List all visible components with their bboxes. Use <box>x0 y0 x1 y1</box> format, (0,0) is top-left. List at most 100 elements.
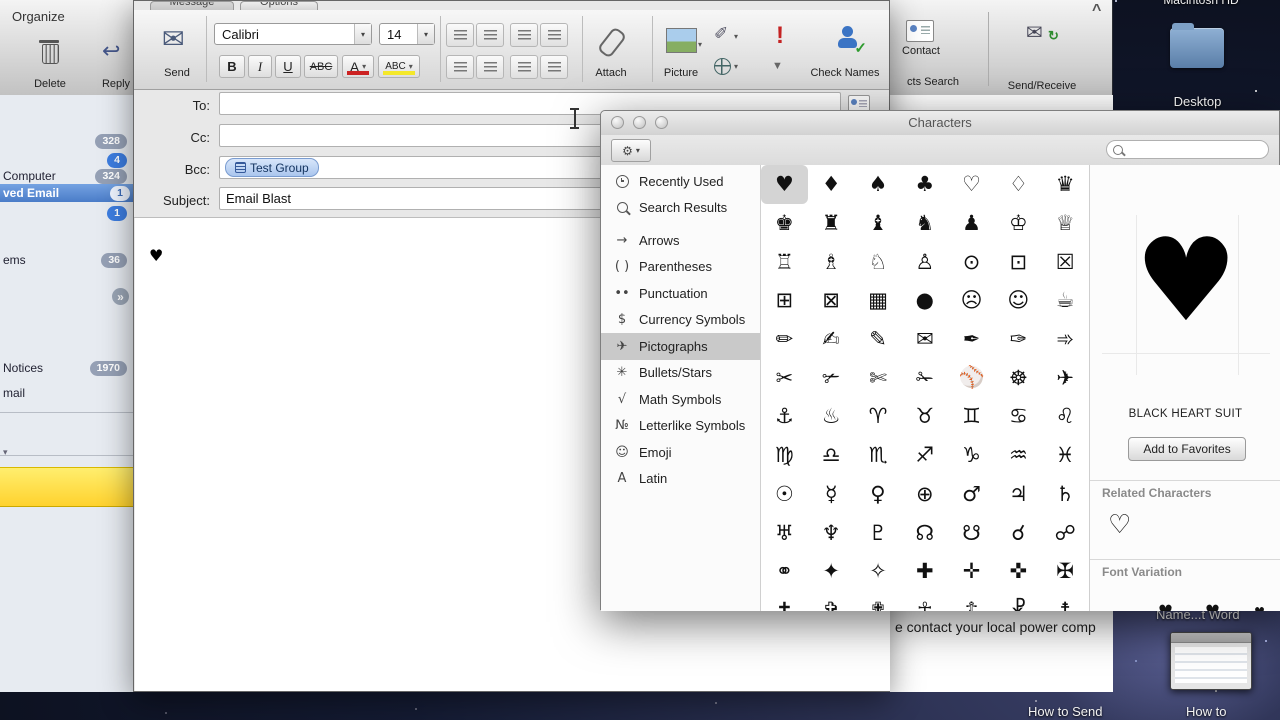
palette-titlebar[interactable]: Characters <box>601 111 1279 136</box>
video-thumbnail[interactable] <box>1170 632 1252 690</box>
font-name-select[interactable]: Calibri ▾ <box>214 23 372 45</box>
delete-button[interactable]: Delete <box>28 78 72 90</box>
glyph-cell[interactable]: ♢ <box>995 165 1042 204</box>
glyph-cell[interactable]: ✞ <box>808 591 855 611</box>
glyph-cell[interactable]: ♀ <box>855 475 902 514</box>
glyph-cell[interactable]: ☦ <box>948 591 995 611</box>
justify-button[interactable] <box>540 55 568 79</box>
chevron-down-icon[interactable]: ▾ <box>734 62 738 71</box>
glyph-cell[interactable]: ♉ <box>901 397 948 436</box>
category-item-arrows[interactable]: → Arrows <box>601 227 760 254</box>
glyph-cell[interactable]: ♄ <box>1042 475 1089 514</box>
glyph-cell[interactable]: ♑ <box>948 436 995 475</box>
reply-button[interactable]: Reply <box>94 78 138 90</box>
glyph-cell[interactable]: ☿ <box>808 475 855 514</box>
decrease-indent-button[interactable] <box>510 23 538 47</box>
glyph-cell[interactable]: ✧ <box>855 552 902 591</box>
glyph-cell[interactable]: ✛ <box>948 552 995 591</box>
send-receive-button[interactable]: Send/Receive <box>998 80 1086 92</box>
glyph-cell[interactable]: ♨ <box>808 397 855 436</box>
glyph-cell[interactable]: ⊠ <box>808 281 855 320</box>
glyph-cell[interactable]: ☥ <box>901 591 948 611</box>
glyph-cell[interactable]: ✉ <box>901 320 948 359</box>
glyph-cell[interactable]: ♋ <box>995 397 1042 436</box>
glyph-cell[interactable]: ✟ <box>855 591 902 611</box>
glyph-cell[interactable]: ♣ <box>901 165 948 204</box>
font-size-select[interactable]: 14 ▾ <box>379 23 435 45</box>
chevron-down-icon[interactable]: ▾ <box>362 62 366 71</box>
bold-button[interactable]: B <box>219 55 245 78</box>
picture-button[interactable]: Picture <box>656 67 706 79</box>
paperclip-icon[interactable] <box>596 26 628 59</box>
glyph-cell[interactable]: ♅ <box>761 513 808 552</box>
glyph-cell[interactable]: ♂ <box>948 475 995 514</box>
category-item-recently-used[interactable]: Recently Used <box>601 168 760 195</box>
glyph-cell[interactable]: ☕ <box>1042 281 1089 320</box>
send-button[interactable]: Send <box>154 67 200 79</box>
related-glyph[interactable]: ♡ <box>1108 510 1131 540</box>
glyph-cell[interactable]: ⚓ <box>761 397 808 436</box>
chevron-down-icon[interactable]: ▾ <box>354 24 371 44</box>
glyph-cell[interactable]: ☉ <box>761 475 808 514</box>
trash-icon[interactable] <box>39 40 59 64</box>
check-names-button[interactable]: Check Names <box>802 67 888 79</box>
add-to-favorites-button[interactable]: Add to Favorites <box>1128 437 1246 461</box>
glyph-cell[interactable]: ♗ <box>808 242 855 281</box>
glyph-cell[interactable]: ♐ <box>901 436 948 475</box>
palette-search-field[interactable] <box>1106 140 1269 159</box>
glyph-cell[interactable]: ♠ <box>855 165 902 204</box>
category-item-parentheses[interactable]: ( ) Parentheses <box>601 254 760 281</box>
glyph-cell[interactable]: ⊡ <box>995 242 1042 281</box>
sidebar-item-4[interactable]: 1 <box>3 205 130 221</box>
expand-chevron-icon[interactable]: » <box>112 288 129 305</box>
chevron-down-icon[interactable]: ▾ <box>409 62 413 71</box>
reply-arrow-icon[interactable]: ↩ <box>102 38 120 64</box>
glyph-cell[interactable]: ☊ <box>901 513 948 552</box>
category-item-currency-symbols[interactable]: $ Currency Symbols <box>601 307 760 334</box>
desktop-folder-icon[interactable] <box>1170 23 1224 68</box>
tab-organize[interactable]: Organize <box>12 9 65 24</box>
glyph-cell[interactable]: ☧ <box>995 591 1042 611</box>
glyph-cell[interactable]: ✃ <box>808 358 855 397</box>
bullets-button[interactable] <box>446 23 474 47</box>
collapse-ribbon-chevron-icon[interactable]: ^ <box>1092 2 1101 20</box>
glyph-cell[interactable]: ✈ <box>1042 358 1089 397</box>
category-item-emoji[interactable]: ☺ Emoji <box>601 439 760 466</box>
glyph-cell[interactable]: ✂ <box>761 358 808 397</box>
glyph-cell[interactable]: ⊕ <box>901 475 948 514</box>
font-color-button[interactable]: A ▾ <box>342 55 374 78</box>
glyph-cell[interactable]: ♝ <box>855 204 902 243</box>
glyph-cell[interactable]: ♔ <box>995 204 1042 243</box>
glyph-cell[interactable]: ✏ <box>761 320 808 359</box>
align-center-button[interactable] <box>476 55 504 79</box>
glyph-cell[interactable]: ♈ <box>855 397 902 436</box>
glyph-cell[interactable]: ⊞ <box>761 281 808 320</box>
numbering-button[interactable] <box>476 23 504 47</box>
attach-button[interactable]: Attach <box>586 67 636 79</box>
increase-indent-button[interactable] <box>540 23 568 47</box>
glyph-cell[interactable]: ♓ <box>1042 436 1089 475</box>
sidebar-highlighted-row[interactable] <box>0 467 133 507</box>
variation-glyph[interactable]: ♥ <box>1142 593 1189 611</box>
category-item-pictographs[interactable]: ✈ Pictographs <box>601 333 760 360</box>
strikethrough-button[interactable]: ABC <box>304 55 338 78</box>
send-receive-envelope-icon[interactable]: ✉ <box>1026 20 1043 45</box>
glyph-cell[interactable]: ☍ <box>1042 513 1089 552</box>
glyph-cell[interactable]: ☨ <box>1042 591 1089 611</box>
category-item-punctuation[interactable]: •• Punctuation <box>601 280 760 307</box>
contacts-search-button[interactable]: cts Search <box>898 76 968 88</box>
glyph-cell[interactable]: ♞ <box>901 204 948 243</box>
glyph-cell[interactable]: ♜ <box>808 204 855 243</box>
glyph-cell[interactable]: ♥ <box>761 165 808 204</box>
glyph-cell[interactable]: ⊙ <box>948 242 995 281</box>
sidebar-item-ems[interactable]: ems 36 <box>3 252 130 268</box>
category-item-letterlike-symbols[interactable]: № Letterlike Symbols <box>601 413 760 440</box>
glyph-cell[interactable]: ✁ <box>901 358 948 397</box>
glyph-cell[interactable]: ♘ <box>855 242 902 281</box>
category-item-bullets-stars[interactable]: ✳ Bullets/Stars <box>601 360 760 387</box>
variation-glyph[interactable]: ♥ <box>1189 593 1236 611</box>
gear-menu-button[interactable]: ⚙ ▾ <box>611 139 651 162</box>
glyph-cell[interactable]: ♏ <box>855 436 902 475</box>
glyph-cell[interactable]: ♛ <box>1042 165 1089 204</box>
glyph-cell[interactable]: ✍ <box>808 320 855 359</box>
